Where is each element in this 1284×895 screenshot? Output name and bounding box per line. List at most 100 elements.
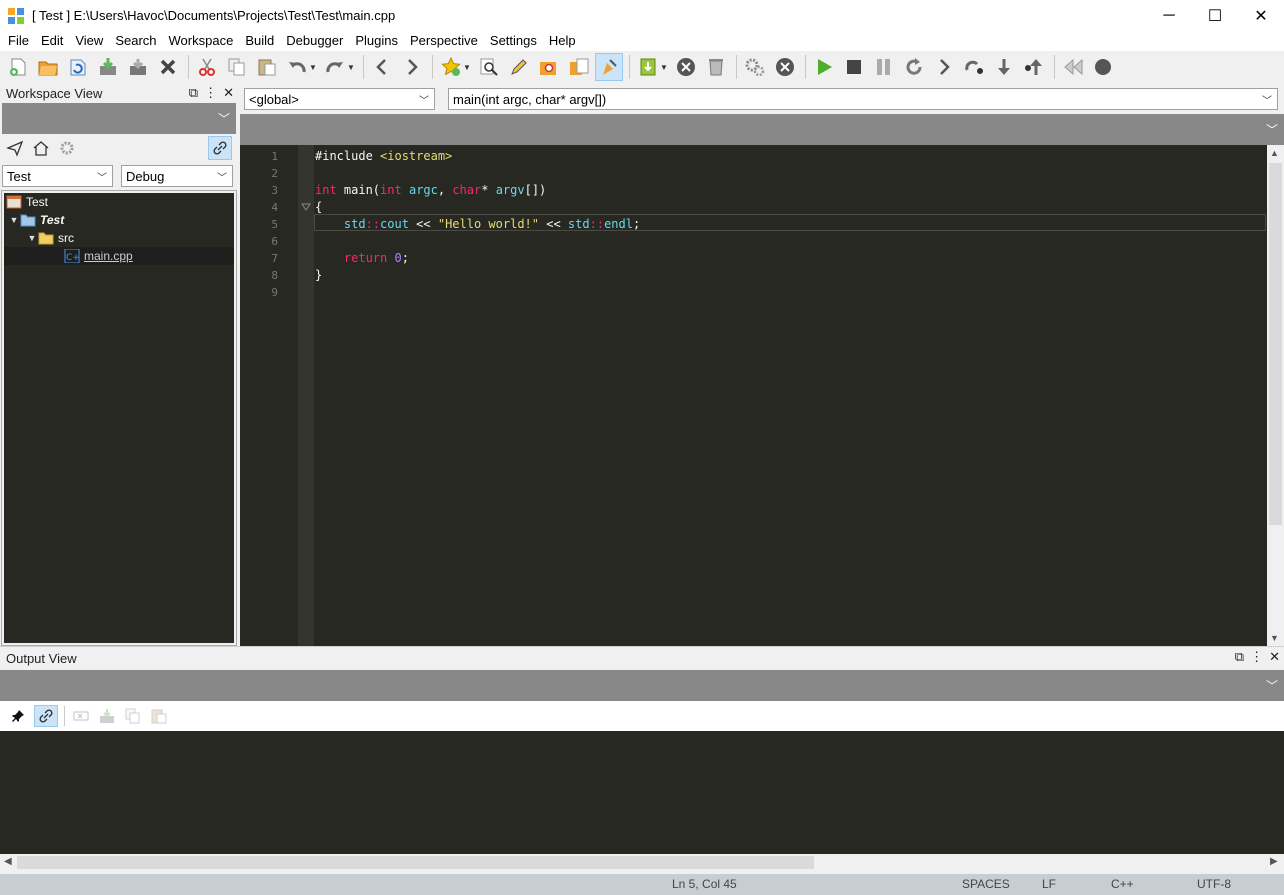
scroll-up-icon[interactable]: ▲ [1270, 148, 1279, 158]
close-panel-icon[interactable]: ✕ [223, 85, 234, 101]
forward-button[interactable] [398, 53, 426, 81]
build-config-select[interactable]: Debug ﹀ [121, 165, 233, 187]
build-button[interactable] [634, 53, 662, 81]
menu-help[interactable]: Help [543, 31, 582, 51]
fold-marker-icon[interactable] [301, 203, 311, 211]
line-ending[interactable]: LF [1042, 877, 1056, 891]
gear-icon[interactable] [58, 139, 76, 157]
indent-mode[interactable]: SPACES [962, 877, 1010, 891]
tree-item-folder[interactable]: ▼ src [4, 229, 234, 247]
menu-edit[interactable]: Edit [35, 31, 69, 51]
open-file-button[interactable] [34, 53, 62, 81]
bookmark-button[interactable] [437, 53, 465, 81]
debug-settings-button[interactable] [741, 53, 769, 81]
paste-output-button[interactable] [149, 706, 169, 726]
clear-output-button[interactable] [71, 706, 91, 726]
scroll-left-icon[interactable]: ◀ [4, 856, 12, 867]
scroll-right-icon[interactable]: ▶ [1270, 856, 1278, 867]
menu-plugins[interactable]: Plugins [349, 31, 404, 51]
project-select[interactable]: Test ﹀ [2, 165, 113, 187]
code-line[interactable]: } [315, 267, 322, 284]
copy-button[interactable] [223, 53, 251, 81]
step-in-button[interactable] [990, 53, 1018, 81]
undo-dropdown-icon[interactable]: ▼ [309, 63, 317, 72]
bookmark-dropdown-icon[interactable]: ▼ [463, 63, 471, 72]
undock-icon[interactable]: ⧉ [189, 85, 198, 101]
step-over-button[interactable] [960, 53, 988, 81]
chevron-down-icon[interactable]: ﹀ [1266, 677, 1278, 694]
undock-icon[interactable]: ⧉ [1235, 649, 1244, 665]
build-dropdown-icon[interactable]: ▼ [660, 63, 668, 72]
code-line[interactable]: #include <iostream> [315, 148, 452, 165]
code-line[interactable]: return 0; [315, 250, 409, 267]
menu-debugger[interactable]: Debugger [280, 31, 349, 51]
toggle-whitespace-button[interactable] [595, 53, 623, 81]
send-icon[interactable] [6, 139, 24, 157]
close-window-button[interactable]: ✕ [1238, 0, 1284, 31]
menu-search[interactable]: Search [109, 31, 162, 51]
redo-button[interactable] [321, 53, 349, 81]
chevron-down-icon[interactable]: ﹀ [1266, 121, 1278, 138]
code-line[interactable]: int main(int argc, char* argv[]) [315, 182, 546, 199]
tree-item-workspace[interactable]: Test [4, 193, 234, 211]
find-button[interactable] [475, 53, 503, 81]
pin-button[interactable] [8, 706, 28, 726]
rewind-button[interactable] [1059, 53, 1087, 81]
highlight-button[interactable] [505, 53, 533, 81]
menu-workspace[interactable]: Workspace [163, 31, 240, 51]
find-in-files-button[interactable] [535, 53, 563, 81]
save-file-button[interactable] [94, 53, 122, 81]
restart-button[interactable] [900, 53, 928, 81]
menu-build[interactable]: Build [239, 31, 280, 51]
undo-button[interactable] [283, 53, 311, 81]
language-mode[interactable]: C++ [1111, 877, 1134, 891]
output-horizontal-scrollbar[interactable]: ◀ ▶ [0, 854, 1284, 871]
start-debug-button[interactable] [810, 53, 838, 81]
redo-dropdown-icon[interactable]: ▼ [347, 63, 355, 72]
output-content[interactable] [0, 731, 1284, 854]
reload-file-button[interactable] [64, 53, 92, 81]
chevron-down-icon[interactable]: ﹀ [218, 110, 230, 127]
paste-button[interactable] [253, 53, 281, 81]
more-options-icon[interactable]: ⋮ [204, 85, 217, 101]
function-select[interactable]: main(int argc, char* argv[]) ﹀ [448, 88, 1278, 110]
chevron-down-icon[interactable]: ▼ [8, 215, 20, 225]
link-editor-button[interactable] [208, 136, 232, 160]
menu-file[interactable]: File [2, 31, 35, 51]
stop-build-button[interactable] [672, 53, 700, 81]
copy-output-button[interactable] [123, 706, 143, 726]
scroll-down-icon[interactable]: ▼ [1270, 633, 1279, 643]
pause-button[interactable] [870, 53, 898, 81]
close-panel-icon[interactable]: ✕ [1269, 649, 1280, 665]
link-output-button[interactable] [34, 705, 58, 727]
tree-item-project[interactable]: ▼ Test [4, 211, 234, 229]
scope-select[interactable]: <global> ﹀ [244, 88, 435, 110]
menu-view[interactable]: View [69, 31, 109, 51]
file-encoding[interactable]: UTF-8 [1197, 877, 1231, 891]
step-out-button[interactable] [1020, 53, 1048, 81]
editor-vertical-scrollbar[interactable]: ▲ ▼ [1267, 145, 1284, 646]
stop-button[interactable] [840, 53, 868, 81]
stop-debug-button[interactable] [771, 53, 799, 81]
tree-item-file[interactable]: C+ main.cpp [4, 247, 234, 265]
save-output-button[interactable] [97, 706, 117, 726]
clean-button[interactable] [702, 53, 730, 81]
maximize-button[interactable]: ☐ [1192, 0, 1238, 31]
code-line[interactable]: std::cout << "Hello world!" << std::endl… [315, 216, 640, 233]
scrollbar-thumb[interactable] [17, 856, 814, 869]
continue-button[interactable] [930, 53, 958, 81]
save-all-button[interactable] [124, 53, 152, 81]
home-icon[interactable] [32, 139, 50, 157]
back-button[interactable] [368, 53, 396, 81]
menu-perspective[interactable]: Perspective [404, 31, 484, 51]
record-button[interactable] [1089, 53, 1117, 81]
minimize-button[interactable]: ─ [1146, 0, 1192, 31]
chevron-down-icon[interactable]: ▼ [26, 233, 38, 243]
menu-settings[interactable]: Settings [484, 31, 543, 51]
more-options-icon[interactable]: ⋮ [1250, 649, 1263, 665]
new-file-button[interactable] [4, 53, 32, 81]
code-line[interactable]: { [315, 199, 322, 216]
cut-button[interactable] [193, 53, 221, 81]
code-editor[interactable]: 1 2 3 4 5 6 7 8 9 #include <iostream> int… [240, 145, 1267, 646]
find-resource-button[interactable] [565, 53, 593, 81]
